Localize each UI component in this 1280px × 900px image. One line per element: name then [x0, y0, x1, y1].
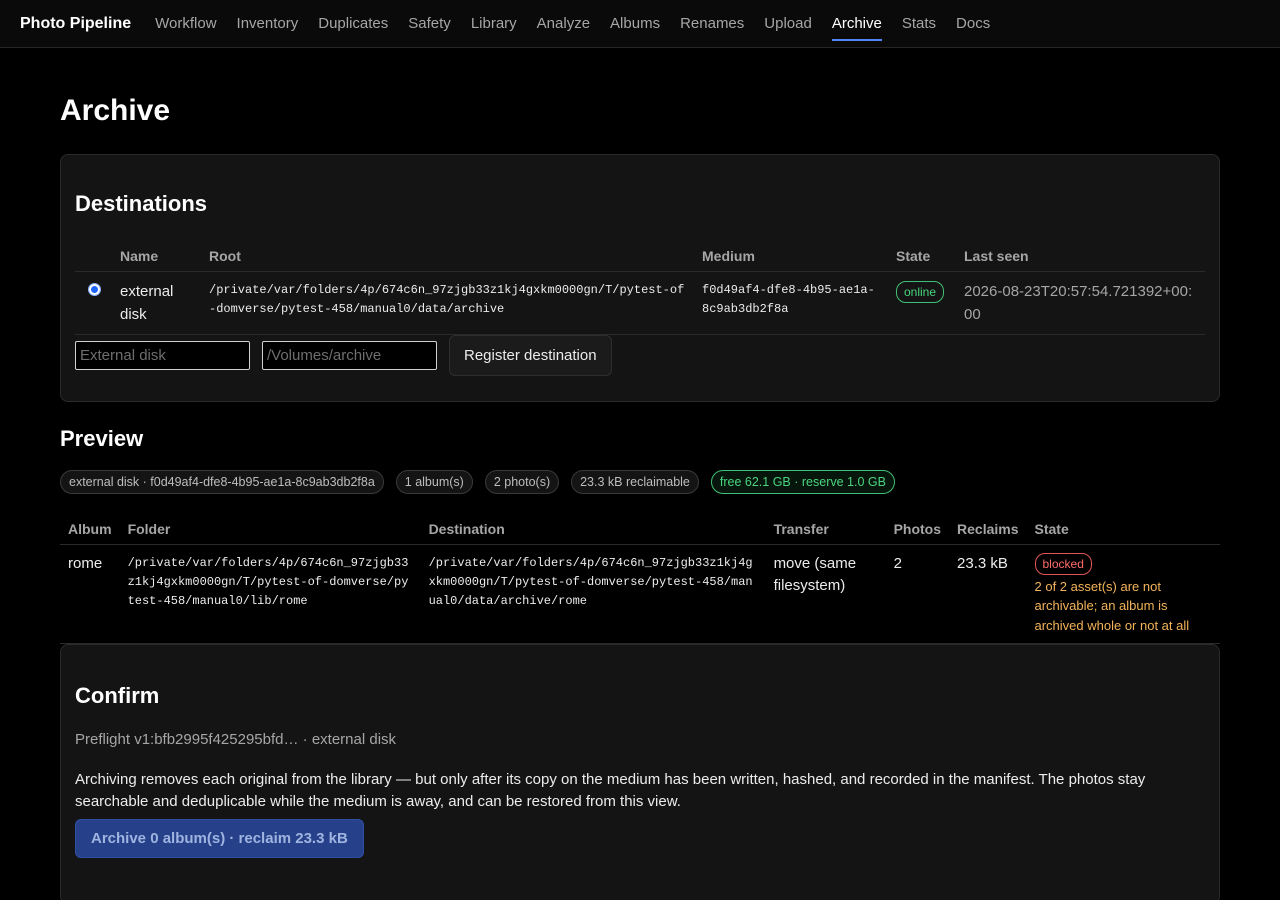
preview-table: Album Folder Destination Transfer Photos… [60, 514, 1220, 644]
col-destination: Destination [428, 520, 505, 537]
top-nav: Photo Pipeline Workflow Inventory Duplic… [0, 0, 1280, 48]
album-reclaims: 23.3 kB [957, 554, 1008, 572]
destination-name-input[interactable] [75, 341, 250, 370]
confirm-card: Confirm Preflight v1:bfb2995f425295bfd… … [60, 644, 1220, 900]
album-state-cell: blocked 2 of 2 asset(s) are not archivab… [1027, 544, 1221, 644]
col-reclaims: Reclaims [957, 520, 1019, 537]
chip-free-space: free 62.1 GB · reserve 1.0 GB [710, 470, 895, 494]
destinations-title: Destinations [75, 191, 208, 216]
destination-last-seen: 2026-08-23T20:57:54.721392+00:00 [964, 282, 1193, 323]
col-photos: Photos [893, 520, 942, 537]
album-destination: /private/var/folders/4p/674c6n_97zjgb33z… [428, 555, 753, 608]
destination-row[interactable]: external disk /private/var/folders/4p/67… [75, 271, 1205, 334]
col-transfer: Transfer [773, 520, 829, 537]
nav-link-albums[interactable]: Albums [610, 0, 660, 48]
destination-root: /private/var/folders/4p/674c6n_97zjgb33z… [209, 282, 685, 316]
album-row[interactable]: rome /private/var/folders/4p/674c6n_97zj… [60, 544, 1220, 644]
destination-radio[interactable] [88, 282, 101, 296]
destination-select-cell [75, 271, 112, 334]
status-badge: blocked [1034, 552, 1092, 575]
nav-link-inventory[interactable]: Inventory [237, 0, 299, 48]
nav-link-docs[interactable]: Docs [956, 0, 990, 48]
col-album: Album [68, 520, 112, 537]
destinations-table: Name Root Medium State Last seen externa… [75, 241, 1205, 335]
destination-medium: f0d49af4-dfe8-4b95-ae1a-8c9ab3db2f8a [702, 282, 875, 316]
album-name: rome [68, 554, 103, 572]
destinations-header-row: Name Root Medium State Last seen [75, 241, 1205, 271]
chip-album-count: 1 album(s) [395, 470, 473, 494]
nav-link-workflow[interactable]: Workflow [155, 0, 216, 48]
brand-title[interactable]: Photo Pipeline [20, 15, 131, 33]
nav-link-renames[interactable]: Renames [680, 0, 744, 48]
col-root: Root [209, 247, 241, 264]
register-destination-button[interactable]: Register destination [449, 335, 612, 376]
preview-title: Preview [60, 426, 144, 451]
status-badge: online [896, 280, 945, 303]
col-select [75, 241, 112, 271]
nav-link-duplicates[interactable]: Duplicates [318, 0, 388, 48]
album-transfer: move (same filesystem) [773, 554, 857, 594]
destination-name: external disk [120, 282, 174, 323]
col-last-seen: Last seen [964, 247, 1029, 264]
col-state: State [1034, 520, 1069, 537]
preview-header-row: Album Folder Destination Transfer Photos… [60, 514, 1220, 544]
col-state: State [896, 247, 931, 264]
nav-link-safety[interactable]: Safety [408, 0, 451, 48]
blocked-reason: 2 of 2 asset(s) are not archivable; an a… [1034, 578, 1190, 633]
register-destination-form: Register destination [75, 335, 1205, 377]
archive-button[interactable]: Archive 0 album(s) · reclaim 23.3 kB [75, 819, 364, 858]
nav-link-archive[interactable]: Archive [831, 0, 882, 48]
col-medium: Medium [702, 247, 755, 264]
album-folder: /private/var/folders/4p/674c6n_97zjgb33z… [127, 555, 409, 608]
destination-root-input[interactable] [262, 341, 437, 370]
chip-reclaimable: 23.3 kB reclaimable [571, 470, 699, 494]
col-name: Name [120, 247, 159, 264]
nav-link-analyze[interactable]: Analyze [537, 0, 590, 48]
nav-link-upload[interactable]: Upload [764, 0, 812, 48]
main-content: Archive Destinations Name Root Medium St… [0, 48, 1280, 900]
preflight-info: Preflight v1:bfb2995f425295bfd… · extern… [75, 731, 397, 748]
nav-link-stats[interactable]: Stats [902, 0, 936, 48]
chip-destination: external disk · f0d49af4-dfe8-4b95-ae1a-… [60, 470, 384, 494]
destinations-card: Destinations Name Root Medium State Last… [60, 154, 1220, 402]
nav-link-library[interactable]: Library [471, 0, 517, 48]
album-photos: 2 [893, 554, 902, 572]
nav-links: Workflow Inventory Duplicates Safety Lib… [155, 0, 1010, 48]
archive-explanation: Archiving removes each original from the… [75, 771, 1146, 810]
col-folder: Folder [127, 520, 171, 537]
preview-summary-chips: external disk · f0d49af4-dfe8-4b95-ae1a-… [60, 470, 1220, 506]
chip-photo-count: 2 photo(s) [484, 470, 560, 494]
confirm-title: Confirm [75, 683, 160, 708]
destination-state-cell: online [888, 271, 956, 334]
page-title: Archive [60, 94, 171, 127]
